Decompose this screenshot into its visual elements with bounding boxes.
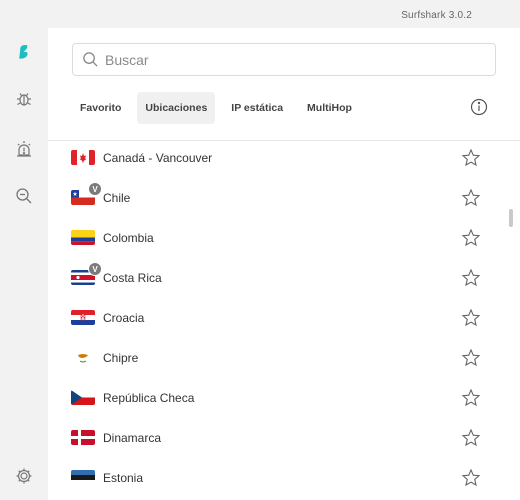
- location-row-czech-republic[interactable]: República Checa: [48, 381, 506, 421]
- star-icon[interactable]: [461, 228, 481, 248]
- location-row-costa-rica[interactable]: V Costa Rica: [48, 261, 506, 301]
- canada-flag-icon: [71, 150, 95, 165]
- country-name: Chile: [103, 191, 131, 205]
- search-input[interactable]: [105, 51, 485, 68]
- bug-icon[interactable]: [0, 81, 48, 117]
- country-name: Chipre: [103, 351, 139, 365]
- location-row-denmark[interactable]: Dinamarca: [48, 421, 506, 461]
- tab-multihop[interactable]: MultiHop: [299, 92, 360, 124]
- star-icon[interactable]: [461, 468, 481, 488]
- location-list: Canadá - Vancouver V Chile Colombia V Co…: [48, 141, 520, 500]
- tab-favorito[interactable]: Favorito: [72, 92, 129, 124]
- location-row-croatia[interactable]: Croacia: [48, 301, 506, 341]
- search-icon: [83, 52, 98, 67]
- star-icon[interactable]: [461, 268, 481, 288]
- star-icon[interactable]: [461, 148, 481, 168]
- location-row-colombia[interactable]: Colombia: [48, 221, 506, 261]
- surfshark-logo-icon[interactable]: [0, 34, 48, 70]
- location-row-chile[interactable]: V Chile: [48, 181, 506, 221]
- star-icon[interactable]: [461, 188, 481, 208]
- location-row-estonia[interactable]: Estonia: [48, 461, 506, 500]
- title-bar: Surfshark 3.0.2: [0, 0, 520, 28]
- country-name: República Checa: [103, 391, 195, 405]
- denmark-flag-icon: [71, 430, 95, 445]
- main-panel: Favorito Ubicaciones IP estática MultiHo…: [48, 28, 520, 500]
- czech-flag-icon: [71, 390, 95, 405]
- cyprus-flag-icon: [71, 350, 95, 365]
- country-name: Croacia: [103, 311, 145, 325]
- list-scrollbar[interactable]: [509, 209, 513, 227]
- search-box[interactable]: [72, 43, 496, 76]
- location-tabs: Favorito Ubicaciones IP estática MultiHo…: [72, 92, 368, 124]
- star-icon[interactable]: [461, 348, 481, 368]
- app-title: Surfshark 3.0.2: [401, 10, 472, 21]
- star-icon[interactable]: [461, 388, 481, 408]
- gear-icon[interactable]: [0, 458, 48, 494]
- star-icon[interactable]: [461, 308, 481, 328]
- country-name: Estonia: [103, 471, 144, 485]
- search-zoom-icon[interactable]: [0, 178, 48, 214]
- country-name: Dinamarca: [103, 431, 162, 445]
- alert-icon[interactable]: [0, 131, 48, 167]
- country-name: Canadá - Vancouver: [103, 151, 213, 165]
- location-row-canada[interactable]: Canadá - Vancouver: [48, 141, 506, 181]
- colombia-flag-icon: [71, 230, 95, 245]
- info-icon[interactable]: [470, 98, 488, 116]
- tab-ip-estatica[interactable]: IP estática: [223, 92, 291, 124]
- estonia-flag-icon: [71, 470, 95, 485]
- croatia-flag-icon: [71, 310, 95, 325]
- virtual-location-badge: V: [88, 182, 102, 196]
- sidebar: [0, 28, 48, 500]
- country-name: Costa Rica: [103, 271, 162, 285]
- star-icon[interactable]: [461, 428, 481, 448]
- country-name: Colombia: [103, 231, 154, 245]
- tab-ubicaciones[interactable]: Ubicaciones: [137, 92, 216, 124]
- location-row-cyprus[interactable]: Chipre: [48, 341, 506, 381]
- virtual-location-badge: V: [88, 262, 102, 276]
